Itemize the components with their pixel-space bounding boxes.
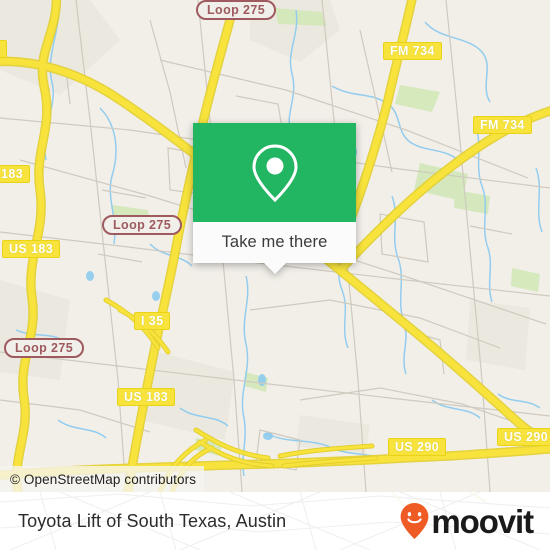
moovit-pin-icon [401,503,429,539]
map-pin-icon [251,143,298,202]
take-me-there-label: Take me there [221,233,328,251]
popup-icon-panel [193,123,356,222]
map-canvas[interactable]: Loop 275 FM 734 FM 734 183 Loop 275 US 183 I 3… [0,0,550,492]
popup-action-panel[interactable]: Take me there [193,222,356,274]
moovit-wordmark: moovit [431,502,534,540]
popup-tail [262,262,287,274]
moovit-logo[interactable]: moovit [399,502,534,540]
page-root: Loop 275 FM 734 FM 734 183 Loop 275 US 183 I 3… [0,0,550,550]
location-popup-card[interactable]: Take me there [193,123,356,274]
place-title: Toyota Lift of South Texas, Austin [18,510,287,531]
map-attribution-text: © OpenStreetMap contributors [10,471,197,487]
footer-bar: Toyota Lift of South Texas, Austin moovi… [0,492,550,550]
map-attribution: © OpenStreetMap contributors [0,466,205,492]
